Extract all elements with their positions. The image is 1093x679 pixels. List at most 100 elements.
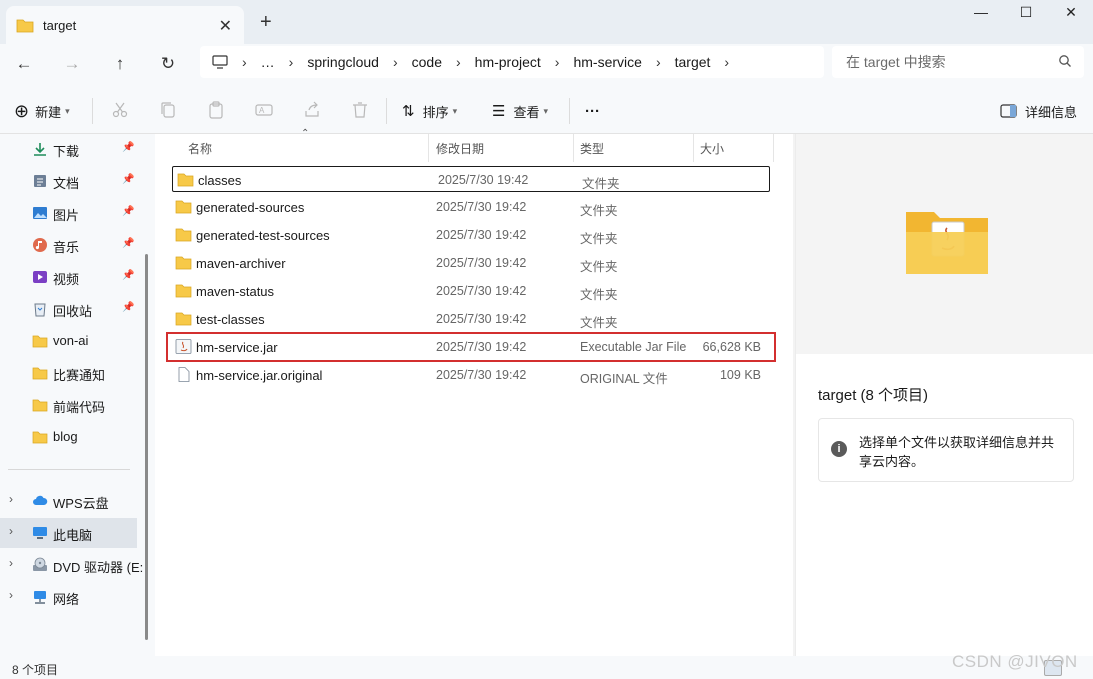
column-divider[interactable] xyxy=(573,134,574,162)
paste-icon[interactable] xyxy=(206,100,226,120)
column-header-name[interactable]: 名称 xyxy=(188,134,212,162)
file-row-generated-sources[interactable]: generated-sources 2025/7/30 19:42 文件夹 xyxy=(171,194,771,220)
sidebar-item-videos[interactable]: 视频 📌 xyxy=(0,262,140,292)
sidebar-item-von-ai[interactable]: von-ai xyxy=(0,326,140,356)
folder-icon xyxy=(32,431,48,444)
sidebar-scrollbar[interactable] xyxy=(145,254,148,640)
sidebar-item-downloads[interactable]: 下载 📌 xyxy=(0,134,140,164)
tab-close-icon[interactable]: ✕ xyxy=(219,16,232,36)
column-divider[interactable] xyxy=(693,134,694,162)
forward-button[interactable]: → xyxy=(58,52,86,76)
column-divider[interactable] xyxy=(773,134,774,162)
file-type: 文件夹 xyxy=(582,177,620,191)
chevron-down-icon: ▾ xyxy=(452,105,458,116)
column-divider[interactable] xyxy=(428,134,429,162)
breadcrumb-target[interactable]: target xyxy=(675,54,711,70)
breadcrumb-springcloud[interactable]: springcloud xyxy=(307,54,379,70)
file-row-classes[interactable]: classes 2025/7/30 19:42 文件夹 xyxy=(172,166,770,192)
rename-icon[interactable]: A xyxy=(254,100,274,120)
sidebar-item-pictures[interactable]: 图片 📌 xyxy=(0,198,140,228)
sidebar-item-blog[interactable]: blog xyxy=(0,422,140,452)
folder-icon xyxy=(175,256,192,270)
picture-icon xyxy=(33,207,47,219)
cut-icon[interactable] xyxy=(110,100,130,120)
breadcrumb-code[interactable]: code xyxy=(412,54,442,70)
breadcrumb-separator: › xyxy=(655,54,661,70)
chevron-right-icon[interactable]: › xyxy=(9,492,13,506)
folder-icon xyxy=(177,173,194,187)
folder-icon xyxy=(175,200,192,214)
chevron-right-icon[interactable]: › xyxy=(9,524,13,538)
chevron-right-icon[interactable]: › xyxy=(9,556,13,570)
file-list: ⌃ 名称 修改日期 类型 大小 classes 2025/7/30 19:42 … xyxy=(155,128,793,656)
divider xyxy=(92,98,93,124)
back-button[interactable]: ← xyxy=(10,52,38,76)
minimize-button[interactable]: — xyxy=(966,4,996,24)
divider xyxy=(386,98,387,124)
refresh-button[interactable]: ↻ xyxy=(154,52,182,76)
java-jar-icon xyxy=(175,339,192,354)
file-row-test-classes[interactable]: test-classes 2025/7/30 19:42 文件夹 xyxy=(171,306,771,332)
info-icon: i xyxy=(831,441,847,457)
sidebar-item-dvd-drive[interactable]: › DVD 驱动器 (E: xyxy=(0,550,143,580)
sort-button[interactable]: ⇅ 排序 ▾ xyxy=(402,100,457,122)
maximize-button[interactable]: ☐ xyxy=(1011,4,1041,24)
search-input[interactable]: 在 target 中搜索 xyxy=(832,46,1084,78)
new-tab-button[interactable]: + xyxy=(260,12,272,32)
sidebar-item-frontend-code[interactable]: 前端代码 xyxy=(0,390,140,420)
column-header-type[interactable]: 类型 xyxy=(580,134,604,162)
column-header-size[interactable]: 大小 xyxy=(700,134,724,162)
file-name: classes xyxy=(198,173,242,188)
breadcrumb-hm-project[interactable]: hm-project xyxy=(475,54,541,70)
video-icon xyxy=(33,271,47,283)
search-icon xyxy=(1059,55,1071,67)
details-pane-button[interactable]: 详细信息 xyxy=(1000,100,1077,122)
share-icon[interactable] xyxy=(302,100,322,120)
search-placeholder: 在 target 中搜索 xyxy=(846,54,946,70)
delete-icon[interactable] xyxy=(350,100,370,120)
file-row-maven-archiver[interactable]: maven-archiver 2025/7/30 19:42 文件夹 xyxy=(171,250,771,276)
plus-icon: ⊕ xyxy=(14,101,30,121)
file-size: 109 KB xyxy=(719,368,761,382)
sidebar-item-recycle-bin[interactable]: 回收站 📌 xyxy=(0,294,140,324)
chevron-down-icon: ▾ xyxy=(543,105,548,116)
pin-icon: 📌 xyxy=(122,142,135,153)
chevron-right-icon[interactable]: › xyxy=(9,588,13,602)
close-window-button[interactable]: ✕ xyxy=(1056,4,1086,24)
breadcrumb-separator[interactable]: › xyxy=(724,54,729,70)
details-pane-icon xyxy=(1000,104,1017,118)
details-pane: target (8 个项目) i 选择单个文件以获取详细信息并共享云内容。 xyxy=(795,134,1093,656)
cloud-icon xyxy=(33,495,48,505)
chevron-down-icon: ▾ xyxy=(65,105,70,116)
breadcrumb-separator: › xyxy=(554,54,560,70)
sidebar-item-wps-cloud[interactable]: › WPS云盘 xyxy=(0,486,140,516)
sidebar-item-documents[interactable]: 文档 📌 xyxy=(0,166,140,196)
file-row-hm-service-jar[interactable]: hm-service.jar 2025/7/30 19:42 Executabl… xyxy=(166,332,776,362)
sidebar-item-music[interactable]: 音乐 📌 xyxy=(0,230,140,260)
breadcrumb-overflow[interactable]: … xyxy=(261,54,275,70)
sidebar-item-network[interactable]: › 网络 xyxy=(0,582,140,612)
file-icon xyxy=(178,367,190,382)
column-header-date[interactable]: 修改日期 xyxy=(436,134,484,162)
sidebar-item-this-pc[interactable]: › 此电脑 xyxy=(0,518,137,548)
breadcrumb-hm-service[interactable]: hm-service xyxy=(573,54,641,70)
new-button[interactable]: ⊕ 新建 ▾ xyxy=(14,100,70,122)
file-row-hm-service-jar-original[interactable]: hm-service.jar.original 2025/7/30 19:42 … xyxy=(171,362,771,388)
dvd-drive-icon xyxy=(33,557,47,571)
folder-icon xyxy=(32,367,48,380)
details-info-card: i 选择单个文件以获取详细信息并共享云内容。 xyxy=(818,418,1074,482)
copy-icon[interactable] xyxy=(158,100,178,120)
file-row-maven-status[interactable]: maven-status 2025/7/30 19:42 文件夹 xyxy=(171,278,771,304)
details-label: 详细信息 xyxy=(1025,104,1078,120)
folder-icon xyxy=(175,284,192,298)
sidebar-item-competition-notices[interactable]: 比赛通知 xyxy=(0,358,140,388)
sort-label: 排序 xyxy=(422,104,449,120)
view-button[interactable]: ☰ 查看 ▾ xyxy=(492,100,548,122)
up-button[interactable]: ↑ xyxy=(106,52,134,76)
more-options-button[interactable]: ··· xyxy=(585,100,600,122)
file-row-generated-test-sources[interactable]: generated-test-sources 2025/7/30 19:42 文… xyxy=(171,222,771,248)
file-date: 2025/7/30 19:42 xyxy=(436,256,527,270)
address-bar[interactable]: › … › springcloud › code › hm-project › … xyxy=(200,46,824,78)
tab-target[interactable]: target ✕ xyxy=(6,6,244,44)
file-date: 2025/7/30 19:42 xyxy=(436,340,527,354)
